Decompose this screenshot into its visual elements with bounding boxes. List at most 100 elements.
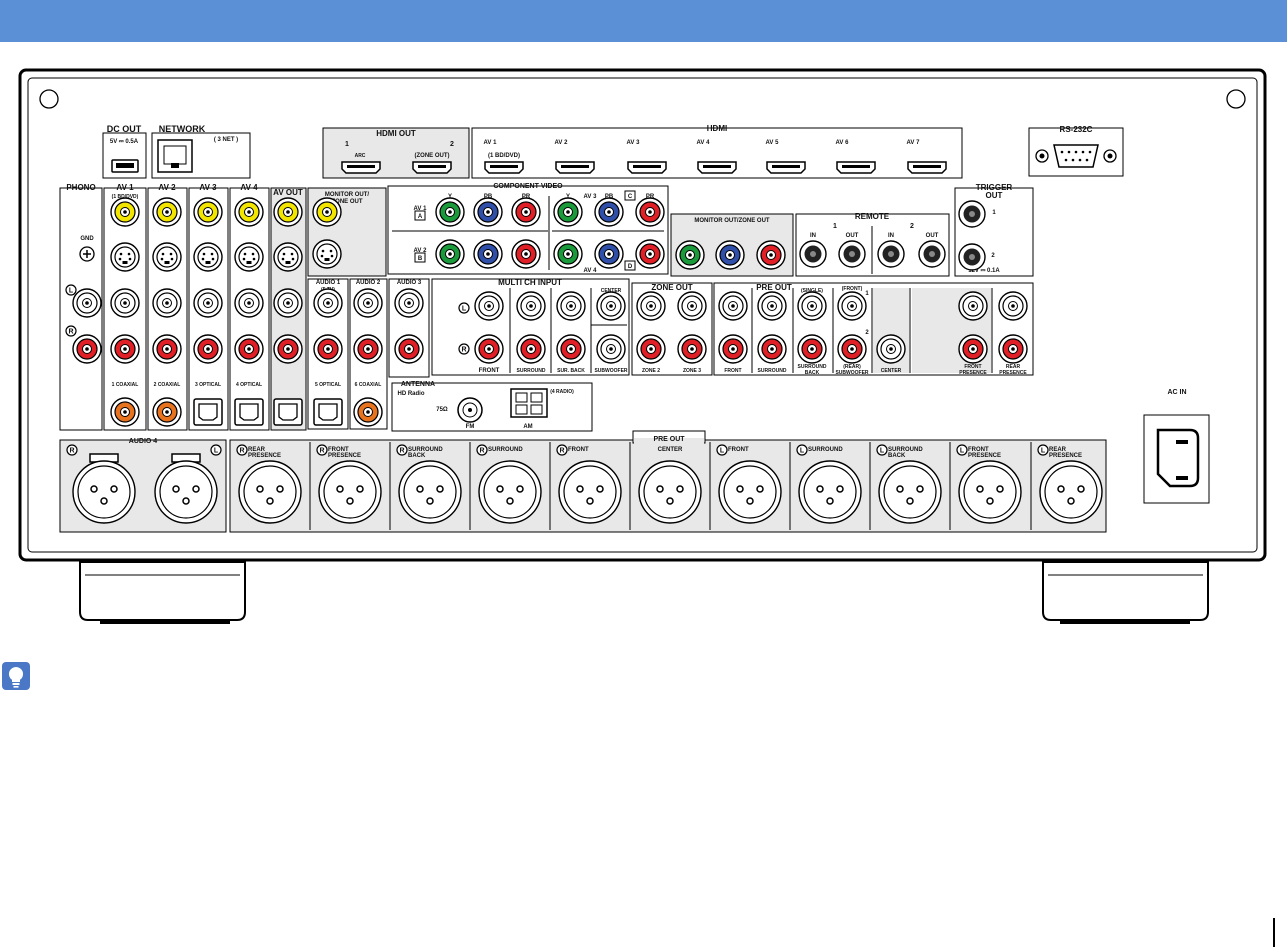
xlr-jack-2 bbox=[398, 460, 462, 524]
monitor-zone-out-label: MONITOR OUT/ZONE OUT bbox=[694, 218, 770, 224]
xlr-badge-3-text: R bbox=[479, 448, 484, 455]
rca-jack-66 bbox=[636, 291, 666, 321]
rca-jack-43 bbox=[756, 240, 786, 270]
rca-jack-82 bbox=[998, 334, 1028, 364]
xlr-badge-0: R bbox=[236, 444, 248, 456]
xlr-badge-1: R bbox=[316, 444, 328, 456]
rca-jack-74 bbox=[797, 291, 827, 321]
rca-jack-71 bbox=[718, 334, 748, 364]
cv-badge-text-b: B bbox=[418, 256, 423, 262]
phono-r-badge-text: R bbox=[68, 329, 73, 336]
hdmi-out-arc: ARC bbox=[355, 153, 366, 159]
rca-jack-50 bbox=[313, 288, 343, 318]
dc-out-label: DC OUT bbox=[107, 124, 142, 134]
digital-label-1: 1 COAXIAL bbox=[112, 382, 139, 388]
cv-av4-label: AV 4 bbox=[584, 268, 598, 274]
rca-jack-36 bbox=[553, 239, 583, 269]
rca-jack-37 bbox=[594, 197, 624, 227]
audio4-l-badge-text: L bbox=[214, 448, 219, 455]
rca-jack-27 bbox=[312, 197, 342, 227]
xlr-badge-4-text: R bbox=[559, 448, 564, 455]
cv-badge-text-a: A bbox=[418, 214, 423, 220]
rca-jack-20 bbox=[273, 288, 303, 318]
av4-label: AV 4 bbox=[240, 183, 258, 192]
xlr-label-6: FRONT bbox=[728, 447, 749, 453]
screw-hole-left bbox=[39, 89, 59, 109]
rca-jack-0 bbox=[72, 288, 102, 318]
rca-jack-42 bbox=[715, 240, 745, 270]
mini-jack-45 bbox=[838, 240, 866, 268]
rca-jack-10 bbox=[193, 197, 223, 227]
rca-jack-35 bbox=[553, 197, 583, 227]
digital-label-5: 5 OPTICAL bbox=[315, 382, 341, 388]
hdmi-input-label-4: AV 4 bbox=[697, 140, 711, 146]
digital-label-3: 3 OPTICAL bbox=[195, 382, 221, 388]
foot-right-pad bbox=[1060, 620, 1190, 624]
xlr-badge-3: R bbox=[476, 444, 488, 456]
hdmi-input-label-3: AV 3 bbox=[627, 140, 641, 146]
rca-jack-31 bbox=[473, 197, 503, 227]
xlr-label-4: FRONT bbox=[568, 447, 589, 453]
rca-jack-78 bbox=[876, 334, 906, 364]
rca-jack-79 bbox=[958, 291, 988, 321]
rca-jack-6 bbox=[152, 197, 182, 227]
mc-front-label: FRONT bbox=[479, 368, 500, 374]
phono-l-badge-text: L bbox=[69, 288, 74, 295]
remote-1-label: 1 bbox=[833, 223, 837, 230]
xlr-jack-10 bbox=[1039, 460, 1103, 524]
audio4-label: AUDIO 4 bbox=[129, 438, 158, 445]
xlr-badge-9-text: L bbox=[960, 448, 965, 455]
cv-av3-label: AV 3 bbox=[584, 194, 598, 200]
ac-inlet bbox=[1156, 428, 1200, 488]
xlr-label-7: SURROUND bbox=[808, 447, 843, 453]
rca-jack-56 bbox=[394, 288, 424, 318]
hd-radio-label: HD Radio bbox=[398, 391, 425, 397]
cv-badge-c: C bbox=[624, 190, 636, 201]
xlr-jack-4 bbox=[558, 460, 622, 524]
mc-sur-back-label: SUR. BACK bbox=[557, 368, 585, 374]
hdmi-port-av4 bbox=[697, 161, 737, 174]
tip-icon bbox=[2, 662, 30, 690]
mc-r-badge-text: R bbox=[461, 347, 466, 354]
hdmi-port-av7 bbox=[907, 161, 947, 174]
rca-jack-29 bbox=[435, 197, 465, 227]
rca-jack-75 bbox=[797, 334, 827, 364]
receiver-rear-panel: DC OUT 5V ⎓ 0.5A NETWORK ( 3 NET ) HDMI … bbox=[18, 68, 1267, 624]
digital-label-6: 6 COAXIAL bbox=[355, 382, 382, 388]
rca-jack-57 bbox=[394, 334, 424, 364]
xlr-jack-9 bbox=[958, 460, 1022, 524]
ac-in-label: AC IN bbox=[1167, 389, 1186, 396]
po-front-top-label: (FRONT) bbox=[842, 286, 863, 292]
cv-badge-b: B bbox=[414, 252, 426, 263]
hdmi-out-2: 2 bbox=[450, 141, 454, 148]
xlr-jack-7 bbox=[798, 460, 862, 524]
rca-jack-4 bbox=[110, 288, 140, 318]
audio4-r-badge: R bbox=[66, 444, 78, 456]
rca-jack-12 bbox=[193, 288, 223, 318]
po-front-label: FRONT bbox=[724, 368, 741, 374]
audio4-l-badge: L bbox=[210, 444, 222, 456]
hdmi-port-av1 bbox=[484, 161, 524, 174]
xlr-badge-6: L bbox=[716, 444, 728, 456]
optical-jack-26 bbox=[273, 398, 303, 426]
remote-1-out-label: OUT bbox=[846, 233, 859, 239]
hdmi-port-av6 bbox=[836, 161, 876, 174]
hdmi-port-av3 bbox=[627, 161, 667, 174]
audio1-label: AUDIO 1 bbox=[316, 280, 341, 286]
remote-2-out-label: OUT bbox=[926, 233, 939, 239]
rca-jack-76 bbox=[837, 291, 867, 321]
rca-jack-77 bbox=[837, 334, 867, 364]
cv-badge-text-d: D bbox=[628, 264, 633, 270]
gnd-terminal bbox=[79, 246, 95, 262]
rca-jack-17 bbox=[234, 334, 264, 364]
xlr-badge-8-text: L bbox=[880, 448, 885, 455]
rca-jack-13 bbox=[193, 334, 223, 364]
multi-ch-input-label: MULTI CH INPUT bbox=[498, 278, 562, 287]
xlr-jack-3 bbox=[478, 460, 542, 524]
gnd-label: GND bbox=[80, 236, 94, 242]
rs232c-label: RS-232C bbox=[1060, 125, 1093, 134]
hdmi-port-av5 bbox=[766, 161, 806, 174]
hdmi-input-label-7: AV 7 bbox=[907, 140, 921, 146]
rca-jack-30 bbox=[435, 239, 465, 269]
rca-jack-5 bbox=[110, 334, 140, 364]
